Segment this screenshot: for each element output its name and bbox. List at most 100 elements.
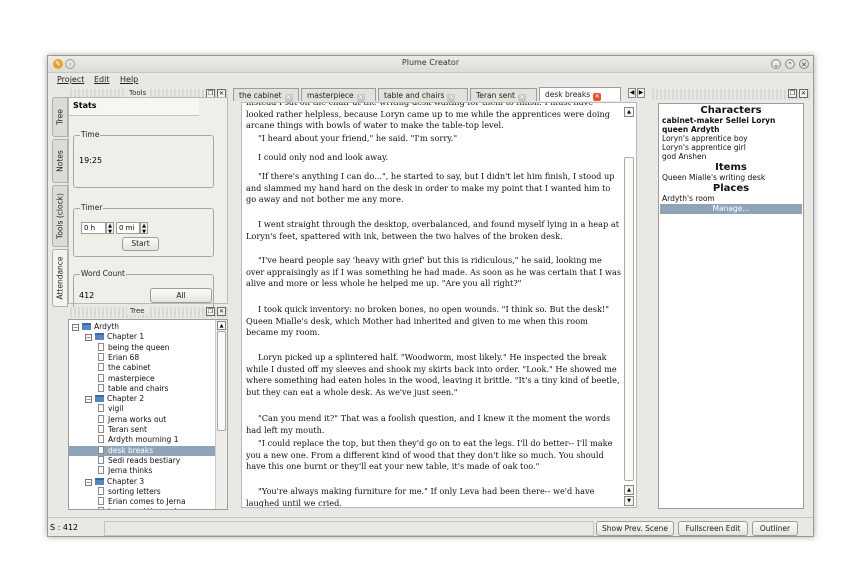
status-word-count: S : 412 <box>50 523 79 532</box>
tab-scene[interactable]: masterpiece ✕ <box>301 88 376 102</box>
menu-bar: Project Edit Help <box>48 73 813 87</box>
character-item[interactable]: Loryn's apprentice girl <box>659 143 803 152</box>
tab-label: masterpiece <box>307 91 354 100</box>
float-icon[interactable]: ❐ <box>206 307 215 316</box>
scroll-down-icon[interactable]: ▼ <box>624 496 634 506</box>
folder-icon <box>95 333 104 341</box>
fullscreen-edit-button[interactable]: Fullscreen Edit <box>678 521 748 536</box>
scene-tabs: the cabinet ✕ masterpiece ✕ table and chairs… <box>233 87 646 102</box>
menu-help[interactable]: Help <box>120 75 138 84</box>
paragraph[interactable]: instead I sat on the chair at the writin… <box>246 103 622 132</box>
tree-item[interactable]: Sedi reads bestiary <box>69 455 215 466</box>
tree-folder[interactable]: − Chapter 2 <box>69 394 215 404</box>
show-prev-scene-button[interactable]: Show Prev. Scene <box>596 521 674 536</box>
tab-close-icon[interactable]: ✕ <box>593 93 602 101</box>
tree-folder[interactable]: − Chapter 3 <box>69 477 215 487</box>
dock-close-icon[interactable]: ✕ <box>799 89 808 98</box>
paragraph[interactable]: "You're always making furniture for me."… <box>246 486 622 507</box>
tree-scrollbar[interactable]: ▲ <box>215 320 227 509</box>
side-tab-tools-clock[interactable]: Tools (clock) <box>52 185 68 247</box>
scroll-up-icon[interactable]: ▲ <box>624 107 634 117</box>
item-entry[interactable]: Queen Mialle's writing desk <box>659 173 803 182</box>
tab-scene[interactable]: table and chairs ✕ <box>378 88 468 102</box>
timer-minutes-input[interactable]: 0 mi <box>116 222 140 234</box>
tree-item[interactable]: vigil <box>69 404 215 414</box>
side-tab-attendance[interactable]: Attendance <box>52 249 68 307</box>
minutes-stepper-icon[interactable]: ▲ ▼ <box>140 222 148 235</box>
document-icon <box>98 445 104 454</box>
menu-edit[interactable]: Edit <box>94 75 110 84</box>
tree-item[interactable]: Loryn and the gods <box>69 507 215 509</box>
tree-item[interactable]: Teran sent <box>69 425 215 435</box>
collapse-icon[interactable]: − <box>85 396 92 404</box>
start-button[interactable]: Start <box>122 237 159 251</box>
tree-item[interactable]: sorting letters <box>69 486 215 497</box>
tree-item[interactable]: masterpiece <box>69 373 215 384</box>
characters-present[interactable]: cabinet-maker Sellei Loryn queen Ardyth <box>659 116 803 134</box>
tree-item[interactable]: desk breaks <box>69 445 215 456</box>
time-label: Time <box>80 130 101 139</box>
paragraph[interactable]: I took quick inventory: no broken bones,… <box>246 304 622 339</box>
tree-item[interactable]: Jerna works out <box>69 414 215 425</box>
paragraph[interactable]: "I've heard people say 'heavy with grief… <box>246 255 622 290</box>
tree-item[interactable]: the cabinet <box>69 363 215 373</box>
collapse-icon[interactable]: − <box>85 334 92 342</box>
tree-item-label: sorting letters <box>108 486 161 496</box>
tree-item-label: the cabinet <box>108 363 151 373</box>
paragraph[interactable]: "I heard about your friend," he said. "I… <box>246 133 622 145</box>
tree-item[interactable]: Jerna thinks <box>69 466 215 476</box>
scroll-up-icon[interactable]: ▲ <box>624 485 634 495</box>
all-button[interactable]: All <box>150 288 212 303</box>
editor-scroll-thumb[interactable] <box>624 157 634 481</box>
menu-project[interactable]: Project <box>57 75 84 84</box>
tree-item[interactable]: Erian comes to Jerna <box>69 497 215 507</box>
hours-stepper-icon[interactable]: ▲ ▼ <box>106 222 114 235</box>
tab-right-icon[interactable]: ▶ <box>637 88 645 98</box>
tab-close-icon[interactable]: ✕ <box>517 94 526 102</box>
word-count-group: Word Count 412 All <box>73 269 214 311</box>
paragraph[interactable]: "If there's anything I can do...", he st… <box>246 171 622 206</box>
character-item[interactable]: god Anshen <box>659 152 803 161</box>
manage-button[interactable]: Manage... <box>660 204 802 214</box>
tab-scene[interactable]: the cabinet ✕ <box>233 88 299 102</box>
side-tab-notes[interactable]: Notes <box>52 139 68 183</box>
tree-folder[interactable]: − Chapter 1 <box>69 332 215 342</box>
tree-item[interactable]: Erian 68 <box>69 352 215 363</box>
paragraph[interactable]: Loryn picked up a splintered half. "Wood… <box>246 352 622 399</box>
tab-close-icon[interactable]: ✕ <box>284 94 293 102</box>
collapse-icon[interactable]: − <box>72 324 79 331</box>
tree-item[interactable]: Ardyth mourning 1 <box>69 435 215 445</box>
tab-scene[interactable]: Teran sent ✕ <box>470 88 537 102</box>
stats-title: Stats <box>69 98 199 116</box>
place-entry[interactable]: Ardyth's room <box>659 194 803 203</box>
tab-close-icon[interactable]: ✕ <box>356 94 365 102</box>
timer-hours-input[interactable]: 0 h <box>81 222 106 234</box>
text-editor[interactable]: instead I sat on the chair at the writin… <box>241 102 637 508</box>
tree-item[interactable]: being the queen <box>69 342 215 353</box>
maximize-icon[interactable]: ⌃ <box>785 59 795 69</box>
collapse-icon[interactable]: − <box>85 478 92 486</box>
character-item[interactable]: Loryn's apprentice boy <box>659 134 803 143</box>
close-icon[interactable]: ✕ <box>799 59 809 69</box>
scroll-up-icon[interactable]: ▲ <box>217 321 226 330</box>
outliner-button[interactable]: Outliner <box>752 521 798 536</box>
tab-left-icon[interactable]: ◀ <box>628 88 636 98</box>
side-tab-tree[interactable]: Tree <box>52 97 68 137</box>
dock-close-icon[interactable]: ✕ <box>217 307 226 316</box>
tab-close-icon[interactable]: ✕ <box>447 94 456 102</box>
float-icon[interactable]: ❐ <box>788 89 797 98</box>
paragraph[interactable]: "I could replace the top, but then they'… <box>246 438 622 473</box>
tree-scroll-thumb[interactable] <box>217 331 226 431</box>
document-icon <box>98 414 104 423</box>
status-spacer <box>104 521 594 536</box>
tab-scene[interactable]: desk breaks ✕ <box>539 87 621 101</box>
paragraph[interactable]: I went straight through the desktop, ove… <box>246 219 622 242</box>
folder-icon <box>95 395 104 403</box>
paragraph[interactable]: I could only nod and look away. <box>246 152 622 164</box>
editor-scrollbar[interactable]: ▲ ▲ ▼ <box>624 107 634 507</box>
minimize-icon[interactable]: ⌄ <box>771 59 781 69</box>
tree-item[interactable]: table and chairs <box>69 383 215 394</box>
tree-folder[interactable]: − Ardyth <box>69 322 215 332</box>
tab-scroll-arrows[interactable]: ◀ ▶ <box>628 88 646 100</box>
paragraph[interactable]: "Can you mend it?" That was a foolish qu… <box>246 413 622 436</box>
